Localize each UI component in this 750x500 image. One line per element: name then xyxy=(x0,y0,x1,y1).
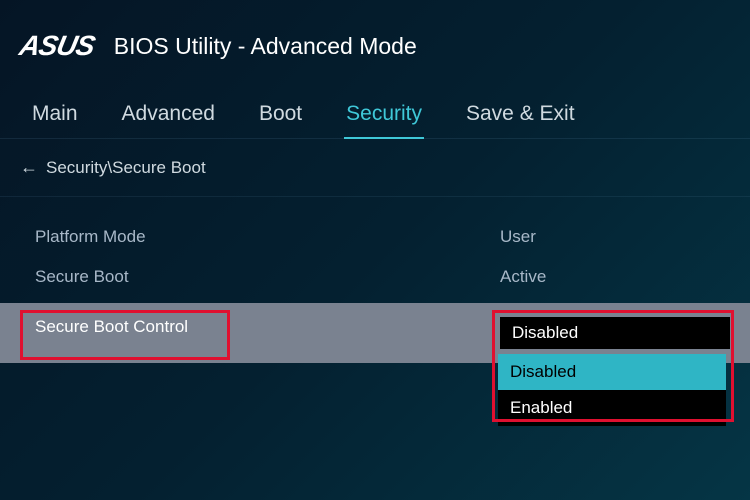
header: ASUS BIOS Utility - Advanced Mode xyxy=(0,0,750,82)
dropdown-option-disabled[interactable]: Disabled xyxy=(498,354,726,390)
dropdown-option-enabled[interactable]: Enabled xyxy=(498,390,726,426)
setting-secure-boot: Secure Boot Active xyxy=(0,257,750,297)
secure-boot-value: Active xyxy=(500,267,715,287)
tab-security[interactable]: Security xyxy=(344,92,424,138)
platform-mode-label: Platform Mode xyxy=(35,227,500,247)
secure-boot-label: Secure Boot xyxy=(35,267,500,287)
secure-boot-control-label: Secure Boot Control xyxy=(35,317,500,349)
secure-boot-control-dropdown: Disabled Enabled xyxy=(498,354,726,426)
platform-mode-value: User xyxy=(500,227,715,247)
tab-boot[interactable]: Boot xyxy=(257,92,304,138)
breadcrumb-path: Security\Secure Boot xyxy=(46,158,206,178)
tab-advanced[interactable]: Advanced xyxy=(120,92,217,138)
tab-main[interactable]: Main xyxy=(30,92,80,138)
secure-boot-control-select[interactable]: Disabled xyxy=(500,317,730,349)
tab-bar: Main Advanced Boot Security Save & Exit xyxy=(0,82,750,139)
secure-boot-control-value: Disabled xyxy=(500,317,730,349)
back-arrow-icon[interactable]: ← xyxy=(20,157,38,178)
breadcrumb: ← Security\Secure Boot xyxy=(0,139,750,197)
setting-platform-mode: Platform Mode User xyxy=(0,217,750,257)
tab-save-exit[interactable]: Save & Exit xyxy=(464,92,577,138)
asus-logo: ASUS xyxy=(17,30,98,62)
page-title: BIOS Utility - Advanced Mode xyxy=(114,33,417,60)
settings-content: Platform Mode User Secure Boot Active Se… xyxy=(0,197,750,363)
